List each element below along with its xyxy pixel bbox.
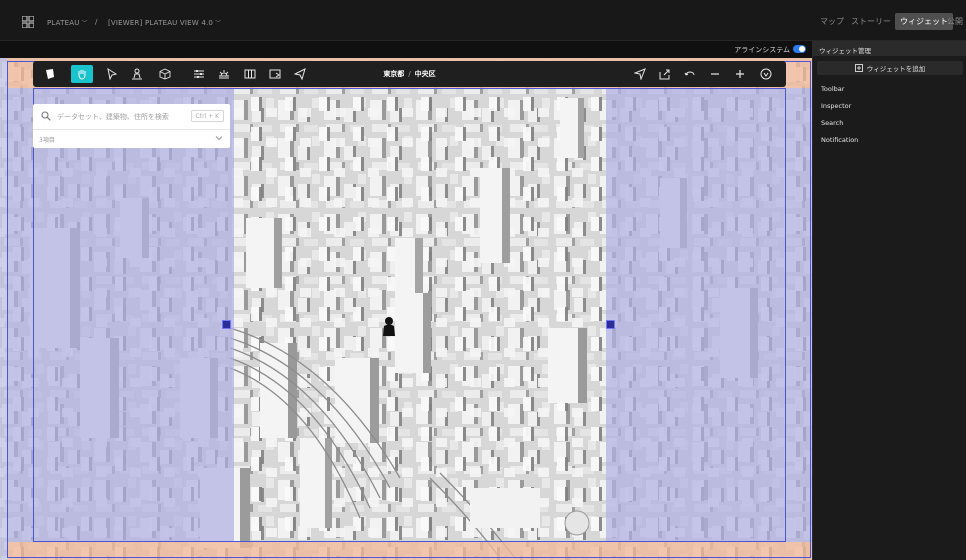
navigate-button[interactable] xyxy=(631,65,649,83)
search-result-count: 3項目 xyxy=(39,137,55,144)
breadcrumb-separator: / xyxy=(95,18,98,26)
widget-item-notification[interactable]: Notification xyxy=(821,136,858,144)
nav-map[interactable]: マップ xyxy=(820,16,844,27)
search-icon xyxy=(41,111,51,121)
location-ward[interactable]: 中央区 xyxy=(415,70,436,78)
share-icon xyxy=(659,69,670,80)
right-area-handle[interactable] xyxy=(606,320,615,329)
nav-widget[interactable]: ウィジェット xyxy=(895,13,953,30)
search-panel: Ctrl + K 3項目 xyxy=(33,104,230,148)
zoom-in-button[interactable] xyxy=(731,65,749,83)
location-separator: / xyxy=(408,70,411,78)
viewer-toolbar: 東京都 / 中央区 xyxy=(33,61,786,87)
widget-item-inspector[interactable]: Inspector xyxy=(821,102,851,110)
left-area-handle[interactable] xyxy=(222,320,231,329)
navigate-icon xyxy=(634,68,646,80)
chevron-down-icon xyxy=(215,136,223,141)
add-widget-label: ウィジェットを追加 xyxy=(866,65,926,73)
scene-name: [VIEWER] PLATEAU VIEW 4.0 xyxy=(108,19,214,27)
undo-icon xyxy=(684,71,695,76)
project-name: PLATEAU xyxy=(47,19,80,27)
apps-grid-icon[interactable] xyxy=(22,16,34,28)
zoom-out-button[interactable] xyxy=(706,65,724,83)
compass-button[interactable] xyxy=(757,65,775,83)
chevron-down-icon: ﹀ xyxy=(215,20,222,27)
align-system-toggle[interactable] xyxy=(793,45,806,53)
app-header: PLATEAU ﹀ / [VIEWER] PLATEAU VIEW 4.0 ﹀ マッ… xyxy=(0,0,966,41)
search-row: Ctrl + K xyxy=(33,104,230,130)
share-button[interactable] xyxy=(656,65,674,83)
location-prefecture[interactable]: 東京都 xyxy=(383,70,404,78)
search-results-toggle[interactable]: 3項目 xyxy=(33,131,230,148)
project-menu[interactable]: PLATEAU ﹀ xyxy=(47,18,88,27)
zoom-out-icon xyxy=(711,73,719,75)
chevron-down-icon: ﹀ xyxy=(81,20,88,27)
widget-manager-label: ウィジェット管理 xyxy=(819,47,871,55)
search-input[interactable] xyxy=(57,110,192,124)
add-widget-button[interactable]: ウィジェットを追加 xyxy=(817,61,963,75)
zoom-in-icon xyxy=(736,70,744,78)
scene-menu[interactable]: [VIEWER] PLATEAU VIEW 4.0 ﹀ xyxy=(108,18,221,27)
widget-manager-select[interactable]: ウィジェット管理 xyxy=(813,41,966,56)
pegman-icon[interactable] xyxy=(380,316,398,336)
align-system-label: アラインシステム xyxy=(734,46,790,54)
search-shortcut-badge: Ctrl + K xyxy=(190,110,224,122)
widget-item-toolbar[interactable]: Toolbar xyxy=(821,85,844,93)
nav-publish[interactable]: 公開 xyxy=(947,16,963,27)
viewport-subbar: アラインシステム xyxy=(0,41,812,58)
nav-story[interactable]: ストーリー xyxy=(851,16,891,27)
widget-sidebar: ウィジェット管理 ウィジェットを追加 Toolbar Inspector Sea… xyxy=(812,41,966,560)
widget-item-search[interactable]: Search xyxy=(821,119,843,127)
rotate-button[interactable] xyxy=(681,65,699,83)
compass-icon xyxy=(760,68,772,80)
add-icon xyxy=(854,64,863,72)
